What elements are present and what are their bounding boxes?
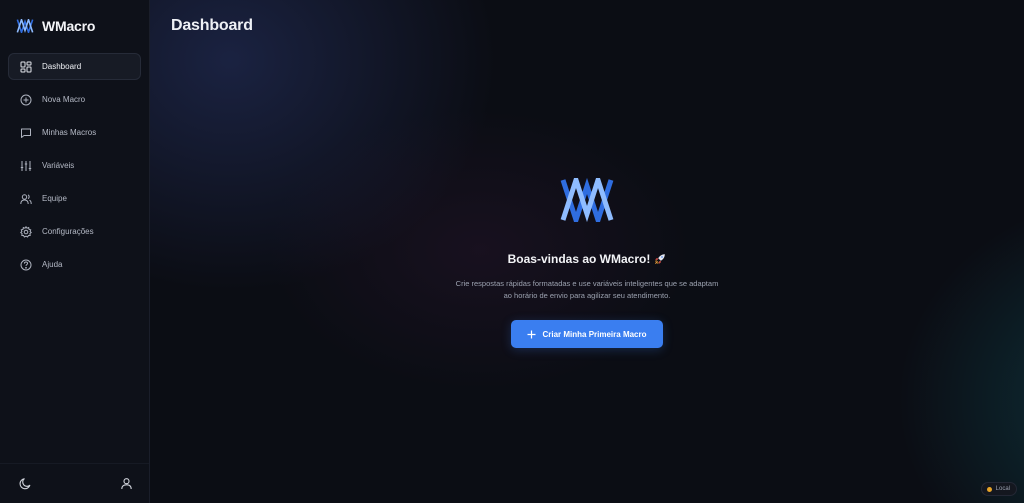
sidebar-item-label: Variáveis xyxy=(42,161,75,170)
sidebar-item-label: Equipe xyxy=(42,194,67,203)
sidebar-nav: Dashboard Nova Macro Minhas Macros Variá… xyxy=(0,52,149,278)
app-root: WMacro Dashboard Nova Macro Minhas Macro… xyxy=(0,0,1024,503)
sidebar-item-label: Minhas Macros xyxy=(42,128,97,137)
main-content: Dashboard Boas-vindas ao WMacro! Crie re… xyxy=(150,0,1024,503)
sidebar-item-variaveis[interactable]: Variáveis xyxy=(8,152,141,179)
page-title: Dashboard xyxy=(171,17,253,34)
wmacro-logo-icon xyxy=(16,19,34,33)
sidebar-item-minhas-macros[interactable]: Minhas Macros xyxy=(8,119,141,146)
users-icon xyxy=(20,193,32,205)
sidebar-footer xyxy=(0,463,149,503)
sidebar-item-label: Configurações xyxy=(42,227,94,236)
brand-name: WMacro xyxy=(42,18,96,34)
welcome-description: Crie respostas rápidas formatadas e use … xyxy=(455,279,719,300)
sidebar-item-equipe[interactable]: Equipe xyxy=(8,185,141,212)
sidebar-item-nova-macro[interactable]: Nova Macro xyxy=(8,86,141,113)
sidebar-item-label: Dashboard xyxy=(42,62,82,71)
sidebar-item-label: Ajuda xyxy=(42,260,63,269)
rocket-icon xyxy=(655,254,666,264)
welcome-title-text: Boas-vindas ao WMacro! xyxy=(507,252,651,266)
profile-button[interactable] xyxy=(119,477,133,491)
create-first-macro-label: Criar Minha Primeira Macro xyxy=(542,329,647,339)
gear-icon xyxy=(20,225,32,238)
welcome-title: Boas-vindas ao WMacro! xyxy=(508,252,667,266)
environment-label: Local xyxy=(995,486,1010,492)
plus-circle-icon xyxy=(20,94,32,106)
wmacro-logo-icon xyxy=(560,178,614,222)
dashboard-grid-icon xyxy=(20,61,32,73)
sidebar-item-dashboard[interactable]: Dashboard xyxy=(8,53,141,80)
user-icon xyxy=(120,478,132,490)
moon-icon xyxy=(19,478,30,490)
message-square-icon xyxy=(20,127,32,139)
sidebar-item-label: Nova Macro xyxy=(42,95,86,104)
sidebar: WMacro Dashboard Nova Macro Minhas Macro… xyxy=(0,0,150,503)
help-circle-icon xyxy=(20,259,32,271)
brand[interactable]: WMacro xyxy=(0,0,149,52)
environment-badge: Local xyxy=(980,482,1017,496)
plus-icon xyxy=(527,330,536,338)
sidebar-item-ajuda[interactable]: Ajuda xyxy=(8,251,141,278)
create-first-macro-button[interactable]: Criar Minha Primeira Macro xyxy=(511,320,663,348)
sidebar-item-configuracoes[interactable]: Configurações xyxy=(8,218,141,245)
welcome-hero: Boas-vindas ao WMacro! Crie respostas rá… xyxy=(150,178,1024,348)
theme-toggle-button[interactable] xyxy=(18,477,32,491)
sliders-icon xyxy=(20,160,32,172)
status-dot-icon xyxy=(986,486,992,492)
